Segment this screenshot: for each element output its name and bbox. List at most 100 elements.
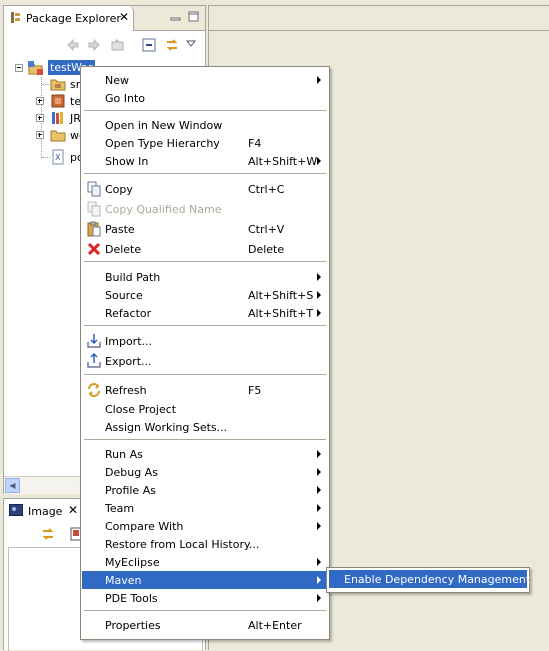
export-icon <box>87 353 101 368</box>
submenu-arrow-icon <box>317 486 321 494</box>
menu-item-shortcut: F4 <box>248 137 262 150</box>
forward-arrow-icon[interactable] <box>86 37 102 53</box>
menu-item-myeclipse[interactable]: MyEclipse <box>82 553 328 571</box>
menu-item-copy[interactable]: Copy Ctrl+C <box>82 180 328 198</box>
import-icon <box>87 334 101 348</box>
menu-item-shortcut: Delete <box>248 243 285 256</box>
tree-expand-toggle[interactable] <box>36 131 44 139</box>
menu-item-paste[interactable]: Paste Ctrl+V <box>82 220 328 238</box>
submenu-arrow-icon <box>317 558 321 566</box>
menu-item-label: Copy Qualified Name <box>105 203 222 216</box>
menu-item-label: Source <box>105 289 143 302</box>
menu-item-export[interactable]: Export... <box>82 352 328 370</box>
menu-item-label: Delete <box>105 243 142 256</box>
menu-item-shortcut: Alt+Enter <box>248 619 302 632</box>
web-project-icon <box>28 61 43 75</box>
submenu-arrow-icon <box>317 594 321 602</box>
menu-item-label: Enable Dependency Management <box>344 573 531 586</box>
xml-file-icon: X <box>52 149 64 165</box>
package-explorer-icon <box>11 12 20 23</box>
close-icon[interactable]: ✕ <box>68 503 78 517</box>
menu-item-shortcut: F5 <box>248 384 262 397</box>
menu-separator <box>84 610 326 611</box>
up-folder-icon[interactable] <box>110 37 126 53</box>
menu-separator <box>84 261 326 262</box>
menu-separator <box>84 325 326 326</box>
menu-item-go-into[interactable]: Go Into <box>82 89 328 107</box>
menu-item-refresh[interactable]: Refresh F5 <box>82 381 328 399</box>
menu-item-label: Refresh <box>105 384 147 397</box>
menu-item-label: Run As <box>105 448 143 461</box>
menu-item-copy-qualified-name[interactable]: Copy Qualified Name <box>82 200 328 218</box>
paste-icon <box>87 221 101 237</box>
close-icon[interactable]: ✕ <box>119 10 129 24</box>
menu-item-build-path[interactable]: Build Path <box>82 268 328 286</box>
image-view-title: Image <box>28 505 63 518</box>
menu-item-import[interactable]: Import... <box>82 332 328 350</box>
submenu-arrow-icon <box>317 157 321 165</box>
package-explorer-tab[interactable]: Package Explorer ✕ <box>4 6 134 31</box>
menu-item-delete[interactable]: Delete Delete <box>82 240 328 258</box>
menu-item-shortcut: Alt+Shift+T <box>248 307 314 320</box>
menu-item-label: Import... <box>105 335 152 348</box>
image-view-tab[interactable]: Image ✕ <box>4 499 84 522</box>
menu-item-profile-as[interactable]: Profile As <box>82 481 328 499</box>
menu-item-label: Assign Working Sets... <box>105 421 228 434</box>
menu-item-properties[interactable]: Properties Alt+Enter <box>82 616 328 634</box>
copy-icon <box>87 181 101 197</box>
menu-item-label: Go Into <box>105 92 146 105</box>
tree-collapse-toggle[interactable] <box>15 64 23 72</box>
delete-icon <box>87 242 101 256</box>
menu-item-maven[interactable]: Maven <box>82 571 328 589</box>
menu-item-shortcut: Alt+Shift+W <box>248 155 318 168</box>
submenu-arrow-icon <box>317 576 321 584</box>
menu-item-show-in[interactable]: Show In Alt+Shift+W <box>82 152 328 170</box>
submenu-arrow-icon <box>317 450 321 458</box>
link-with-editor-icon[interactable] <box>40 526 56 542</box>
menu-item-label: Open Type Hierarchy <box>105 137 220 150</box>
link-with-editor-icon[interactable] <box>164 37 180 53</box>
copy-qualified-name-icon <box>87 201 101 217</box>
submenu-arrow-icon <box>317 504 321 512</box>
menu-item-label: MyEclipse <box>105 556 160 569</box>
menu-item-enable-dependency-management[interactable]: Enable Dependency Management <box>329 570 531 588</box>
library-icon <box>52 112 63 124</box>
image-icon <box>9 504 23 516</box>
menu-item-label: PDE Tools <box>105 592 158 605</box>
tree-expand-toggle[interactable] <box>36 114 44 122</box>
menu-separator <box>84 173 326 174</box>
menu-separator <box>84 374 326 375</box>
menu-item-restore-from-local-history[interactable]: Restore from Local History... <box>82 535 328 553</box>
menu-item-open-in-new-window[interactable]: Open in New Window <box>82 116 328 134</box>
package-explorer-title: Package Explorer <box>26 12 121 25</box>
collapse-all-icon[interactable] <box>141 37 157 53</box>
menu-item-run-as[interactable]: Run As <box>82 445 328 463</box>
menu-separator <box>84 110 326 111</box>
maven-submenu: Enable Dependency Management <box>326 567 530 593</box>
back-arrow-icon[interactable] <box>65 37 81 53</box>
menu-item-source[interactable]: Source Alt+Shift+S <box>82 286 328 304</box>
menu-item-pde-tools[interactable]: PDE Tools <box>82 589 328 607</box>
minimize-icon[interactable] <box>170 11 181 22</box>
view-menu-chevron-icon[interactable] <box>186 38 196 48</box>
menu-item-team[interactable]: Team <box>82 499 328 517</box>
maximize-icon[interactable] <box>188 11 199 22</box>
menu-separator <box>84 439 326 440</box>
menu-item-refactor[interactable]: Refactor Alt+Shift+T <box>82 304 328 322</box>
menu-item-label: Compare With <box>105 520 184 533</box>
package-explorer-tab-bar: Package Explorer ✕ <box>4 6 205 31</box>
menu-item-label: Profile As <box>105 484 156 497</box>
tree-expand-toggle[interactable] <box>36 97 44 105</box>
menu-item-debug-as[interactable]: Debug As <box>82 463 328 481</box>
folder-icon <box>50 130 66 142</box>
menu-item-assign-working-sets[interactable]: Assign Working Sets... <box>82 418 328 436</box>
menu-item-new[interactable]: New <box>82 71 328 89</box>
menu-item-label: Properties <box>105 619 161 632</box>
menu-item-open-type-hierarchy[interactable]: Open Type Hierarchy F4 <box>82 134 328 152</box>
scroll-left-icon[interactable]: ◀ <box>5 478 20 493</box>
menu-item-label: Show In <box>105 155 149 168</box>
refresh-icon <box>88 383 100 397</box>
menu-item-shortcut: Ctrl+V <box>248 223 285 236</box>
menu-item-compare-with[interactable]: Compare With <box>82 517 328 535</box>
menu-item-close-project[interactable]: Close Project <box>82 400 328 418</box>
